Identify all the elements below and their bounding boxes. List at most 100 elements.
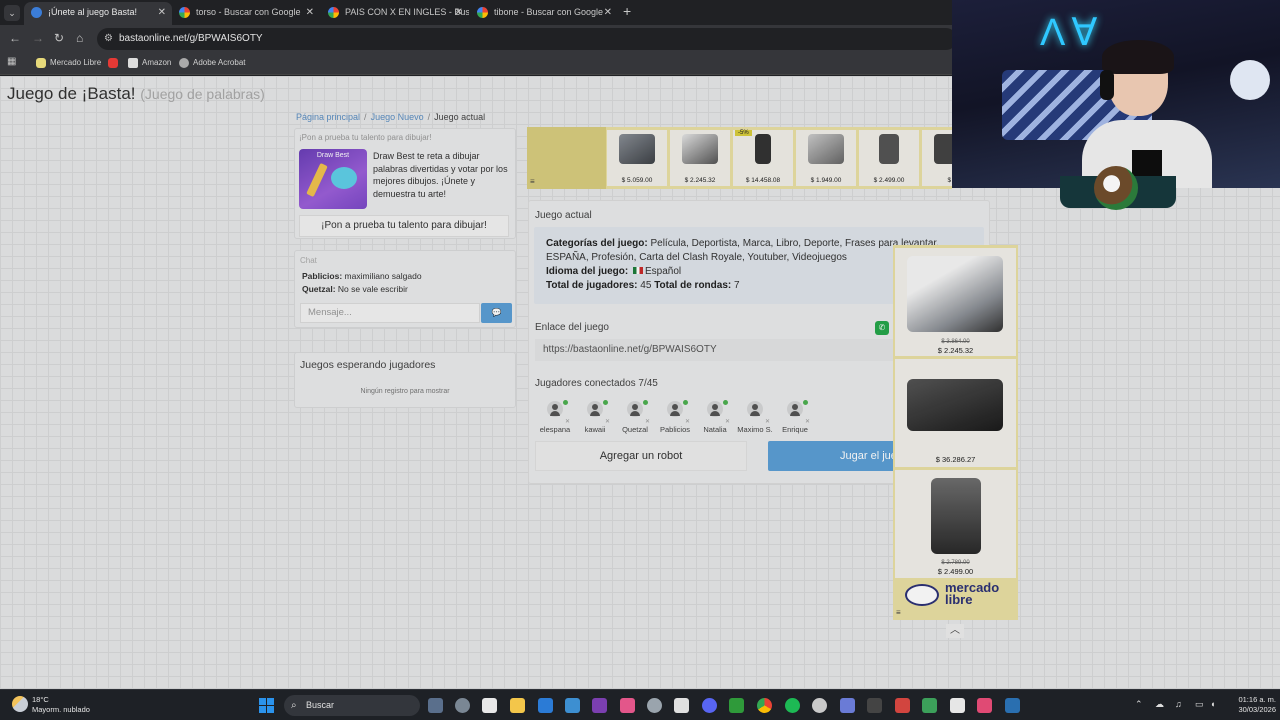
remove-player-icon[interactable]: ✕ <box>805 418 810 425</box>
mercado-libre-logo[interactable]: mercado libre <box>903 579 1013 615</box>
ad-product[interactable]: $ 2.499.00 <box>859 130 919 186</box>
app-icon[interactable] <box>812 698 827 713</box>
site-info-icon[interactable]: ⚙ <box>104 28 113 50</box>
clock[interactable]: 01:16 a. m. 30/03/2026 <box>1224 695 1276 715</box>
breadcrumb-home-link[interactable]: Página principal <box>296 112 360 122</box>
ad-product[interactable]: $ 1.949.00 <box>796 130 856 186</box>
handshake-icon <box>905 584 939 606</box>
tab-title: tibone - Buscar con Google <box>494 7 604 17</box>
obs-icon[interactable] <box>647 698 662 713</box>
volume-icon[interactable]: ◖ <box>1210 699 1215 709</box>
tab-basta[interactable]: ¡Únete al juego Basta! ✕ <box>24 2 172 25</box>
ad-product[interactable]: -5% $ 14.458.08 <box>733 130 793 186</box>
tab-tibone[interactable]: tibone - Buscar con Google ✕ <box>470 2 618 25</box>
site-title[interactable]: Juego de ¡Basta! (Juego de palabras) <box>7 84 265 104</box>
ad-product[interactable]: $ 5.059.00 <box>607 130 667 186</box>
remove-player-icon[interactable]: ✕ <box>645 418 650 425</box>
product-image <box>619 134 655 164</box>
player-name: Quetzal <box>622 425 648 434</box>
taskbar-search[interactable]: ⌕ Buscar <box>284 695 420 716</box>
reload-icon[interactable]: ↻ <box>54 31 64 45</box>
bookmark-mercado-libre[interactable]: Mercado Libre <box>36 57 101 69</box>
remove-player-icon[interactable]: ✕ <box>685 418 690 425</box>
draw-best-button[interactable]: ¡Pon a prueba tu talento para dibujar! <box>299 215 509 237</box>
tray-overflow-icon[interactable]: ⌃ <box>1135 699 1143 710</box>
xbox-icon[interactable] <box>729 698 744 713</box>
tiktok-icon[interactable] <box>977 698 992 713</box>
player-slot[interactable]: ✕ elespana <box>535 400 575 435</box>
tab-search-button[interactable]: ⌄ <box>4 5 20 21</box>
new-tab-button[interactable]: + <box>623 3 631 19</box>
discord-icon[interactable] <box>702 698 717 713</box>
ad-product[interactable]: $ 3.864.00 $ 2.245.32 <box>895 248 1016 356</box>
mic-tray-icon[interactable]: ♫ <box>1175 699 1182 709</box>
remove-player-icon[interactable]: ✕ <box>725 418 730 425</box>
apps-grid-icon[interactable]: ▦ <box>7 56 16 67</box>
pencil-icon <box>306 162 328 198</box>
chrome-icon[interactable] <box>757 698 772 713</box>
ad-banner-top[interactable]: ≡ $ 5.059.00 $ 2.245.32 -5% $ 14.458.08 $… <box>527 127 952 189</box>
ad-menu-icon[interactable]: ≡ <box>896 608 901 617</box>
close-tab-icon[interactable]: ✕ <box>306 2 314 23</box>
whatsapp-share-icon[interactable]: ✆ <box>875 321 889 335</box>
connected-players-label: Jugadores conectados 7/45 <box>535 378 658 389</box>
weather-icon[interactable] <box>12 696 28 712</box>
display-icon[interactable]: ▭ <box>1195 699 1204 710</box>
player-slot[interactable]: ✕ Quetzal <box>615 400 655 435</box>
spotify-icon[interactable] <box>785 698 800 713</box>
excel-icon[interactable] <box>922 698 937 713</box>
player-slot[interactable]: ✕ Natalia <box>695 400 735 435</box>
capcut-icon[interactable] <box>950 698 965 713</box>
word-icon[interactable] <box>565 698 580 713</box>
task-view-icon[interactable] <box>428 698 443 713</box>
close-tab-icon[interactable]: ✕ <box>604 2 612 23</box>
back-icon[interactable]: ← <box>9 31 21 45</box>
file-explorer-icon[interactable] <box>510 698 525 713</box>
promo-heading: ¡Pon a prueba tu talento para dibujar! <box>299 133 432 142</box>
tab-pais[interactable]: PAIS CON X EN INGLES - Buscar ✕ <box>321 2 469 25</box>
notepad-icon[interactable] <box>482 698 497 713</box>
capture-icon[interactable] <box>674 698 689 713</box>
draw-best-image[interactable]: Draw Best <box>299 149 367 209</box>
close-tab-icon[interactable]: ✕ <box>455 2 463 23</box>
ad-menu-icon[interactable]: ≡ <box>530 177 535 186</box>
remove-player-icon[interactable]: ✕ <box>565 418 570 425</box>
weather-widget[interactable]: 18°C Mayorm. nublado <box>32 695 90 715</box>
address-bar[interactable]: ⚙ bastaonline.net/g/BPWAIS6OTY <box>97 28 957 50</box>
ad-product[interactable]: $ 2.789.00 $ 2.499.00 <box>895 470 1016 578</box>
player-slot[interactable]: ✕ kawaii <box>575 400 615 435</box>
ad-product[interactable]: $ 36.286.27 <box>895 359 1016 467</box>
collapse-ad-icon[interactable]: ︿ <box>946 624 964 638</box>
send-message-button[interactable]: 💬 <box>481 303 512 323</box>
tf-app-icon[interactable] <box>895 698 910 713</box>
start-menu-icon[interactable] <box>259 698 274 713</box>
ad-product[interactable]: $ 2.245.32 <box>670 130 730 186</box>
game-link-field[interactable]: https://bastaonline.net/g/BPWAIS6OTY <box>535 339 899 361</box>
steam-icon[interactable] <box>1005 698 1020 713</box>
home-icon[interactable]: ⌂ <box>76 31 83 45</box>
site-title-text: Juego de ¡Basta! <box>7 84 136 103</box>
remove-player-icon[interactable]: ✕ <box>765 418 770 425</box>
ad-banner-side[interactable]: $ 3.864.00 $ 2.245.32 $ 36.286.27 $ 2.78… <box>893 245 1018 620</box>
cloud-icon[interactable]: ☁ <box>1155 699 1164 710</box>
audio-icon[interactable] <box>867 698 882 713</box>
store-icon[interactable] <box>538 698 553 713</box>
breadcrumb-new-game-link[interactable]: Juego Nuevo <box>371 112 424 122</box>
photos-icon[interactable] <box>620 698 635 713</box>
player-slot[interactable]: ✕ Enrique <box>775 400 815 435</box>
remove-player-icon[interactable]: ✕ <box>605 418 610 425</box>
proton-icon[interactable] <box>840 698 855 713</box>
tab-torso[interactable]: torso - Buscar con Google ✕ <box>172 2 320 25</box>
player-slot[interactable]: ✕ Pablicios <box>655 400 695 435</box>
bookmark-amazon[interactable]: Amazon <box>128 57 171 69</box>
player-slot[interactable]: ✕ Maximo S. <box>735 401 775 435</box>
bookmark-adobe-acrobat[interactable]: Adobe Acrobat <box>179 57 245 69</box>
next-app-icon[interactable] <box>592 698 607 713</box>
forward-icon[interactable]: → <box>32 31 44 45</box>
ad-product[interactable]: $ 3 <box>922 130 952 186</box>
chat-message-input[interactable]: Mensaje... <box>300 303 480 323</box>
settings-icon[interactable] <box>455 698 470 713</box>
clock-time: 01:16 a. m. <box>1238 695 1276 704</box>
close-tab-icon[interactable]: ✕ <box>158 2 166 23</box>
add-robot-button[interactable]: Agregar un robot <box>535 441 747 471</box>
